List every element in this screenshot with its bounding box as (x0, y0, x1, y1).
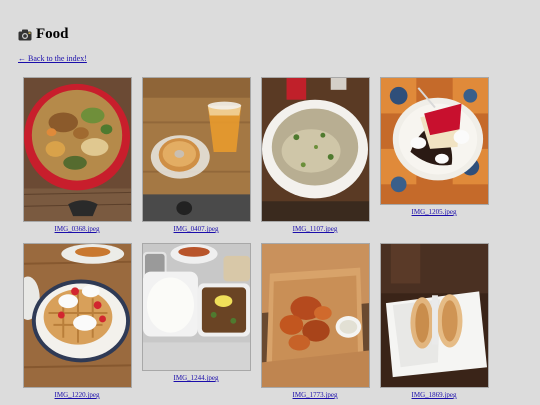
photo-thumbnail[interactable] (23, 77, 132, 222)
photo-thumbnail[interactable] (380, 77, 489, 205)
photo-caption-link[interactable]: IMG_1205.jpeg (412, 208, 457, 216)
photo-thumbnail[interactable] (380, 243, 489, 388)
back-to-index-link[interactable]: ← Back to the index! (18, 54, 87, 63)
pho-soup-photo (262, 78, 369, 221)
chicken-wings-photo (262, 244, 369, 387)
photo-caption-link[interactable]: IMG_0368.jpeg (55, 225, 100, 233)
camera-icon (18, 29, 32, 40)
page-title: Food (18, 26, 69, 43)
photo-caption-link[interactable]: IMG_1220.jpeg (55, 391, 100, 399)
photo-thumbnail[interactable] (142, 77, 251, 222)
rice-and-curry-photo (143, 244, 250, 370)
photo-thumbnail[interactable] (261, 77, 370, 222)
photo-caption-link[interactable]: IMG_1107.jpeg (293, 225, 338, 233)
page-title-text: Food (36, 26, 69, 42)
waffle-photo (24, 244, 131, 387)
photo-thumbnail[interactable] (142, 243, 251, 371)
photo-thumbnail[interactable] (261, 243, 370, 388)
noodle-bowl-photo (24, 78, 131, 221)
gallery-page: Food ← Back to the index! IMG_0368.jpeg (0, 0, 540, 405)
donut-and-tea-photo (143, 78, 250, 221)
cheesecake-photo (381, 78, 488, 204)
photo-caption-link[interactable]: IMG_0407.jpeg (174, 225, 219, 233)
bagel-sandwich-photo (381, 244, 488, 387)
photo-caption-link[interactable]: IMG_1244.jpeg (174, 374, 219, 382)
photo-caption-link[interactable]: IMG_1869.jpeg (412, 391, 457, 399)
photo-thumbnail[interactable] (23, 243, 132, 388)
photo-caption-link[interactable]: IMG_1773.jpeg (293, 391, 338, 399)
